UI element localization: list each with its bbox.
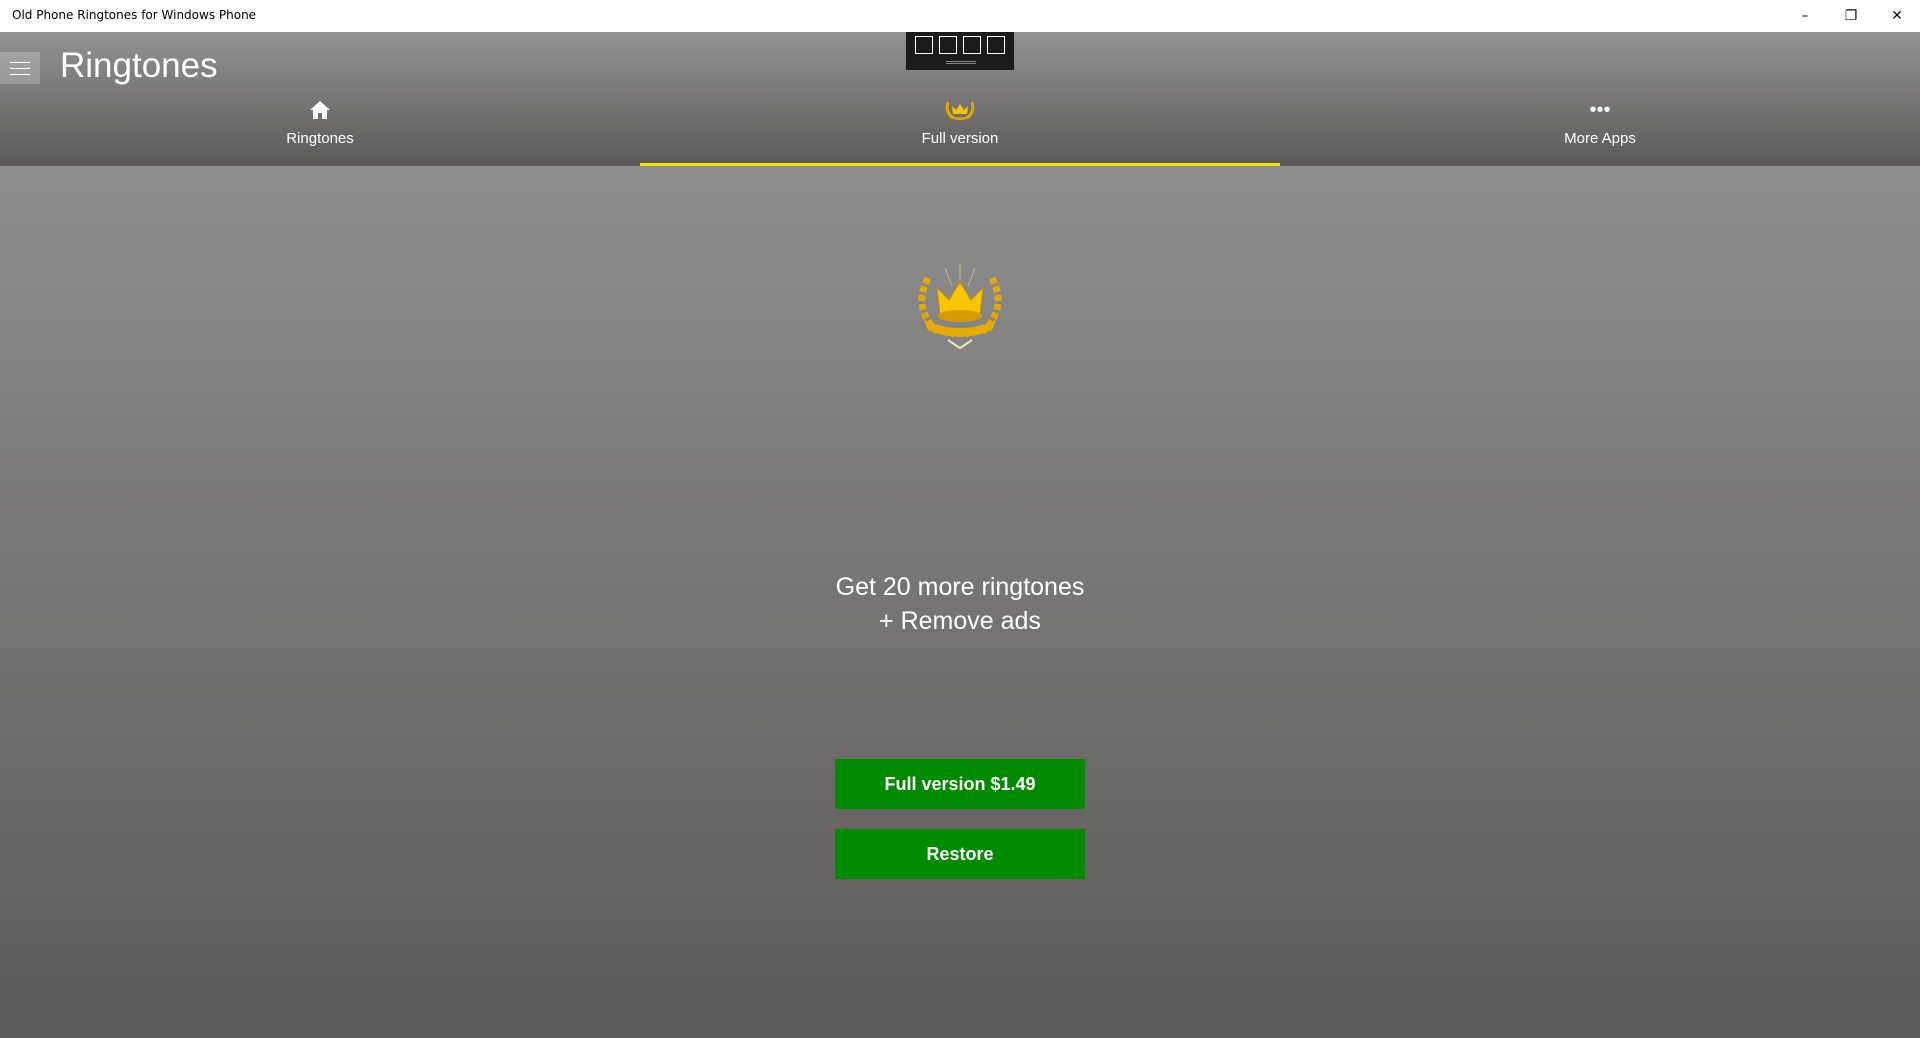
select-element-icon[interactable] xyxy=(915,36,933,54)
tab-label: Ringtones xyxy=(286,130,354,147)
home-icon xyxy=(0,96,640,124)
tab-label: More Apps xyxy=(1564,130,1636,147)
buy-full-version-button[interactable]: Full version $1.49 xyxy=(835,759,1085,809)
message-line-1: Get 20 more ringtones xyxy=(835,573,1085,601)
layout-bounds-icon[interactable] xyxy=(963,36,981,54)
tab-label: Full version xyxy=(921,130,999,147)
tab-ringtones[interactable]: Ringtones xyxy=(0,96,640,166)
restore-button[interactable]: Restore xyxy=(835,829,1085,879)
tab-full-version[interactable]: Full version xyxy=(640,96,1280,166)
page-title: Ringtones xyxy=(60,46,218,85)
window-title: Old Phone Ringtones for Windows Phone xyxy=(12,8,257,22)
hamburger-menu-button[interactable] xyxy=(0,52,40,84)
upgrade-message: Get 20 more ringtones + Remove ads xyxy=(0,570,1920,638)
crown-icon xyxy=(910,264,1010,358)
more-icon: ••• xyxy=(1589,98,1611,121)
toolbar-drag-handle[interactable] xyxy=(946,61,976,64)
track-focus-icon[interactable] xyxy=(987,36,1005,54)
message-line-2: + Remove ads xyxy=(879,607,1041,635)
minimize-button[interactable]: – xyxy=(1782,0,1828,32)
tab-more-apps[interactable]: ••• More Apps xyxy=(1280,96,1920,166)
close-button[interactable]: ✕ xyxy=(1874,0,1920,32)
title-bar: Old Phone Ringtones for Windows Phone – … xyxy=(0,0,1920,32)
debug-toolbar xyxy=(906,32,1014,70)
pointer-icon[interactable] xyxy=(939,36,957,54)
restore-button[interactable]: ❐ xyxy=(1828,0,1874,32)
crown-icon xyxy=(640,96,1280,124)
